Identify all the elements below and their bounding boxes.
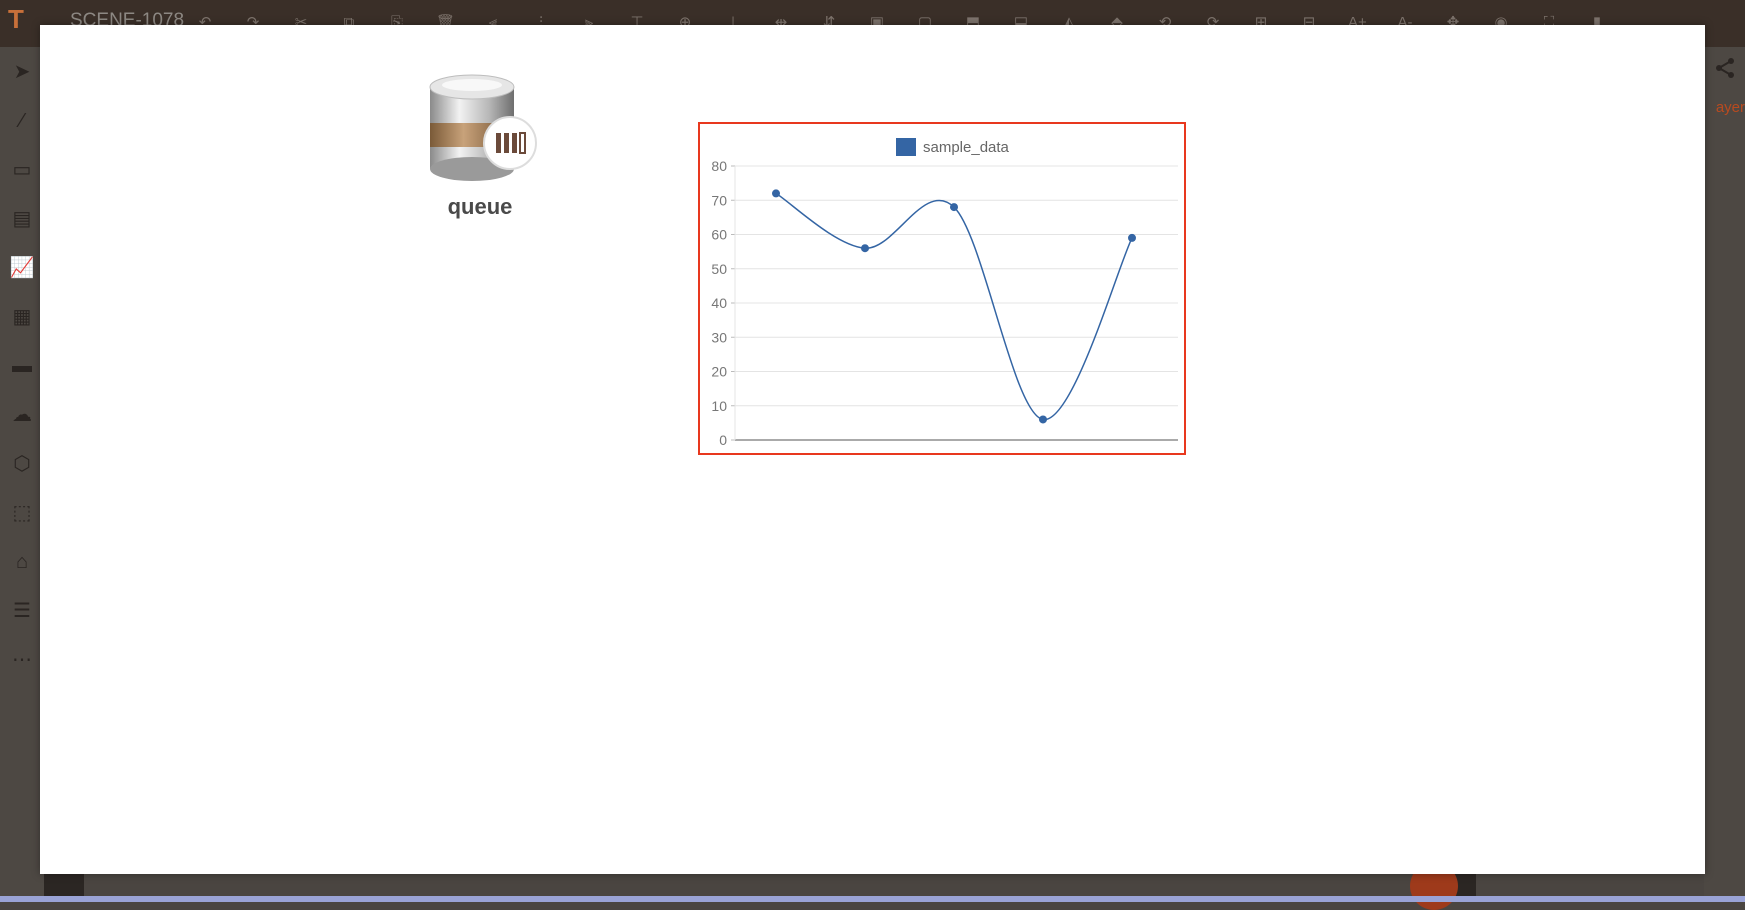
table-icon[interactable]: ▦ [8, 304, 36, 330]
pointer-add-icon[interactable]: ➤ [8, 59, 36, 85]
cloud-icon[interactable]: ☁ [8, 402, 36, 428]
data-point-4 [1039, 415, 1047, 424]
queue-label: queue [447, 194, 513, 219]
settings-hex-icon[interactable]: ⬡ [8, 451, 36, 477]
warehouse-icon[interactable]: ⌂ [8, 549, 36, 575]
y-tick-label: 0 [719, 432, 727, 448]
line-chart: 0 10 20 30 40 50 60 70 80 sample_data [711, 138, 1178, 448]
y-tick-label: 70 [711, 192, 727, 208]
legend-label: sample_data [923, 139, 1010, 156]
layer-tab[interactable]: ayer [1716, 99, 1745, 117]
line-icon[interactable]: ⁄ [8, 108, 36, 134]
legend-swatch [896, 138, 916, 156]
preview-canvas: queue 0 10 20 30 40 50 60 70 80 sample_data [40, 25, 1705, 874]
right-panel: ayer [1704, 47, 1745, 902]
image-text-icon[interactable]: ▤ [8, 206, 36, 232]
more-icon[interactable]: ⋯ [8, 647, 36, 673]
database-queue-icon [429, 74, 537, 181]
data-point-5 [1128, 233, 1136, 242]
queue-component[interactable]: queue [428, 73, 538, 219]
data-point-1 [772, 189, 780, 198]
series-line-sample_data [775, 192, 1133, 421]
chart-icon[interactable]: 📈 [8, 255, 36, 281]
shape-icon[interactable]: ▭ [8, 157, 36, 183]
bottom-strip [0, 896, 1745, 902]
y-tick-label: 20 [711, 364, 727, 380]
left-toolbar: ➤ ⁄ ▭ ▤ 📈 ▦ ▬ ☁ ⬡ ⬚ ⌂ ☰ ⋯ [0, 47, 44, 902]
cube-icon[interactable]: ⬚ [8, 500, 36, 526]
list-icon[interactable]: ☰ [8, 598, 36, 624]
data-point-2 [861, 244, 869, 253]
y-tick-label: 80 [711, 158, 727, 174]
data-point-3 [950, 203, 958, 212]
y-tick-label: 10 [711, 398, 727, 414]
chart-widget[interactable]: 0 10 20 30 40 50 60 70 80 sample_data [698, 122, 1186, 455]
y-tick-label: 30 [711, 329, 727, 345]
bottom-panel-left [44, 872, 84, 898]
y-tick-label: 40 [711, 295, 727, 311]
share-icon[interactable] [1714, 57, 1736, 79]
storage-icon[interactable]: ▬ [8, 353, 36, 379]
y-tick-label: 50 [711, 261, 727, 277]
app-logo: T [8, 4, 24, 34]
y-tick-label: 60 [711, 227, 727, 243]
